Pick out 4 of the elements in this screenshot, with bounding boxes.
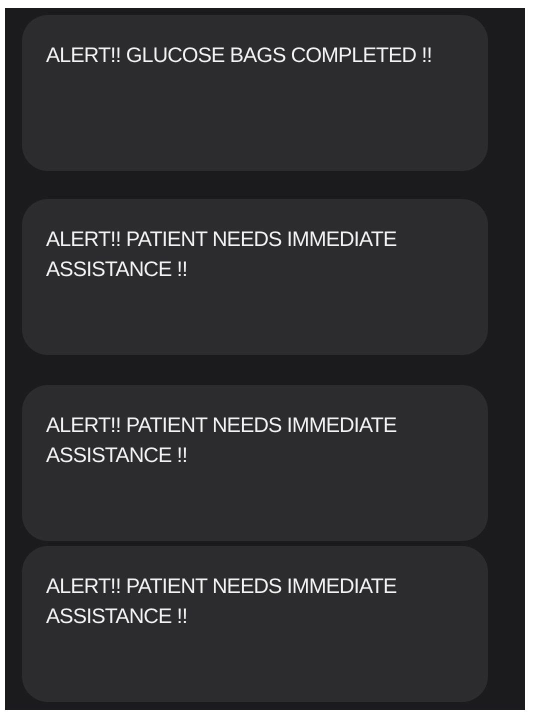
alert-message: ALERT!! GLUCOSE BAGS COMPLETED !! — [46, 43, 433, 69]
alert-message: ALERT!! PATIENT NEEDS IMMEDIATE ASSISTANCE !! — [46, 574, 398, 630]
alert-message: ALERT!! PATIENT NEEDS IMMEDIATE ASSISTANCE !! — [46, 227, 398, 283]
alert-message: ALERT!! PATIENT NEEDS IMMEDIATE ASSISTANCE !! — [46, 413, 398, 469]
